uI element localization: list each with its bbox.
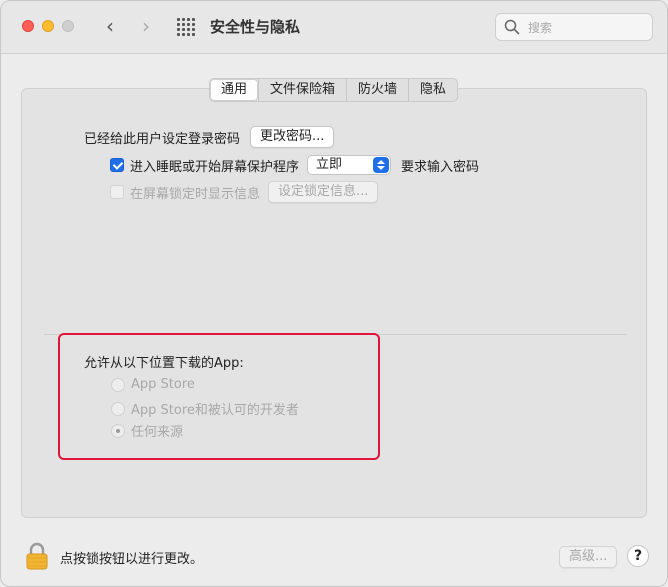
preferences-window: ‹ › 安全性与隐私 通用 文件保险箱 防火墙 隐私 已经给此用户设定登录	[0, 0, 668, 587]
advanced-button[interactable]: 高级...	[559, 546, 618, 568]
lock-hint-text: 点按锁按钮以进行更改。	[60, 552, 204, 567]
chevron-right-icon: ›	[142, 14, 150, 38]
window-title: 安全性与隐私	[210, 18, 301, 36]
tab-general[interactable]: 通用	[210, 79, 259, 101]
chevron-left-icon: ‹	[106, 14, 114, 38]
title-bar: ‹ › 安全性与隐私	[1, 1, 667, 54]
highlight-annotation-box	[58, 333, 380, 460]
tab-firewall[interactable]: 防火墙	[346, 79, 408, 101]
help-button[interactable]: ?	[627, 545, 649, 567]
sleep-require-password-checkbox[interactable]	[110, 158, 124, 172]
general-panel: 已经给此用户设定登录密码 更改密码... 进入睡眠或开始屏幕保护程序 立即 要求…	[21, 88, 647, 518]
zoom-window-button[interactable]	[62, 20, 74, 32]
search-field[interactable]	[495, 13, 653, 41]
sleep-row: 进入睡眠或开始屏幕保护程序 立即 要求输入密码	[110, 155, 479, 175]
lock-message-row: 在屏幕锁定时显示信息 设定锁定信息...	[110, 181, 379, 203]
tab-filevault[interactable]: 文件保险箱	[258, 79, 346, 101]
grid-icon[interactable]	[177, 18, 195, 36]
close-window-button[interactable]	[22, 20, 34, 32]
sleep-checkbox-label: 进入睡眠或开始屏幕保护程序	[130, 159, 300, 175]
lock-message-label: 在屏幕锁定时显示信息	[130, 186, 261, 202]
tab-privacy[interactable]: 隐私	[408, 79, 457, 101]
chevron-updown-icon	[373, 157, 390, 173]
lock-icon[interactable]	[25, 542, 49, 570]
set-lock-message-button[interactable]: 设定锁定信息...	[268, 181, 379, 203]
password-delay-select[interactable]: 立即	[307, 155, 392, 175]
change-password-button[interactable]: 更改密码...	[250, 126, 335, 148]
require-password-label: 要求输入密码	[401, 159, 480, 175]
lock-message-checkbox[interactable]	[110, 185, 124, 199]
back-button[interactable]: ‹	[99, 15, 121, 37]
search-input[interactable]	[526, 18, 650, 38]
tab-bar: 通用 文件保险箱 防火墙 隐私	[209, 78, 459, 102]
password-label: 已经给此用户设定登录密码	[84, 131, 241, 147]
password-row: 已经给此用户设定登录密码 更改密码...	[84, 126, 335, 148]
forward-button[interactable]: ›	[135, 15, 157, 37]
minimize-window-button[interactable]	[42, 20, 54, 32]
search-icon	[504, 19, 520, 35]
password-delay-value: 立即	[316, 157, 343, 172]
